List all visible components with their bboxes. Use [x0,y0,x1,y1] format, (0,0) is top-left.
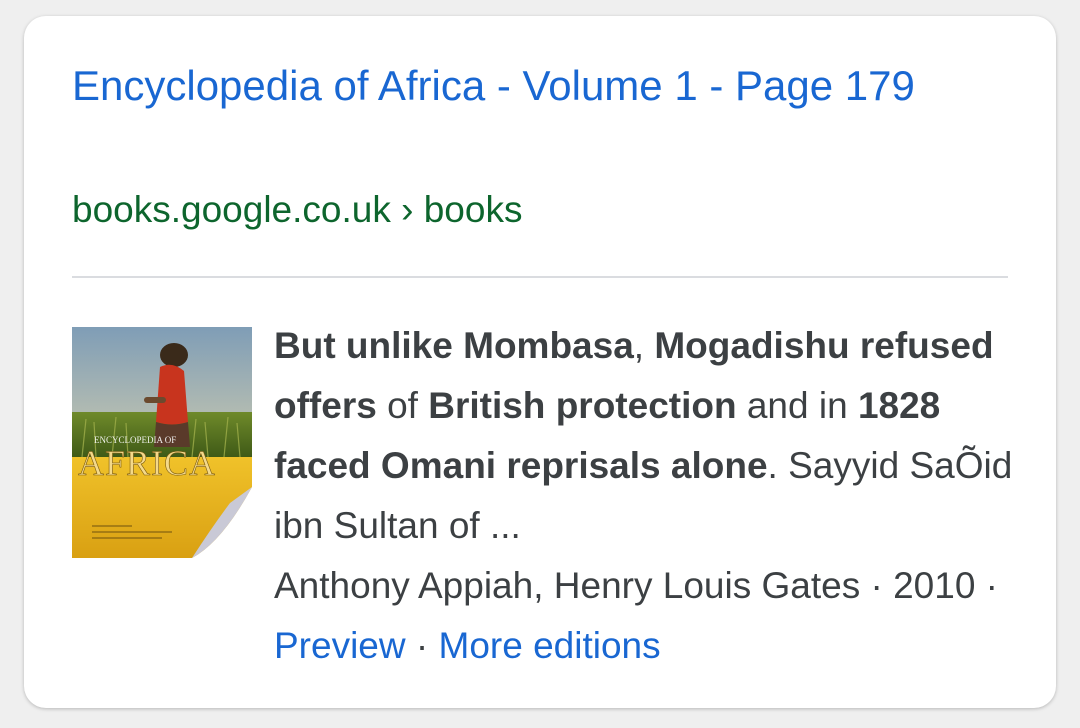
book-cover-thumbnail[interactable]: ENCYCLOPEDIA OF AFRICA [72,327,252,558]
cover-title: AFRICA [78,443,216,483]
divider [72,276,1008,278]
snippet-bold-3: British protection [428,385,737,426]
snippet-text-1: , [633,325,655,366]
snippet-bold-1: But unlike Mombasa [274,325,634,366]
result-authors: Anthony Appiah, Henry Louis Gates [274,565,861,606]
more-editions-link[interactable]: More editions [439,625,661,666]
result-source-url[interactable]: books.google.co.uk › books [72,186,522,234]
result-year: 2010 [893,565,976,606]
search-result-card: Encyclopedia of Africa - Volume 1 - Page… [24,16,1056,708]
result-title-link[interactable]: Encyclopedia of Africa - Volume 1 - Page… [72,56,972,116]
meta-separator: · [975,565,999,606]
result-snippet: But unlike Mombasa, Mogadishu refused of… [274,316,1034,556]
snippet-text-2: of [376,385,429,426]
preview-link[interactable]: Preview [274,625,406,666]
meta-separator: · [405,625,439,666]
meta-separator: · [860,565,894,606]
snippet-text-3: and in [736,385,858,426]
result-meta: Anthony Appiah, Henry Louis Gates · 2010… [274,556,1034,676]
